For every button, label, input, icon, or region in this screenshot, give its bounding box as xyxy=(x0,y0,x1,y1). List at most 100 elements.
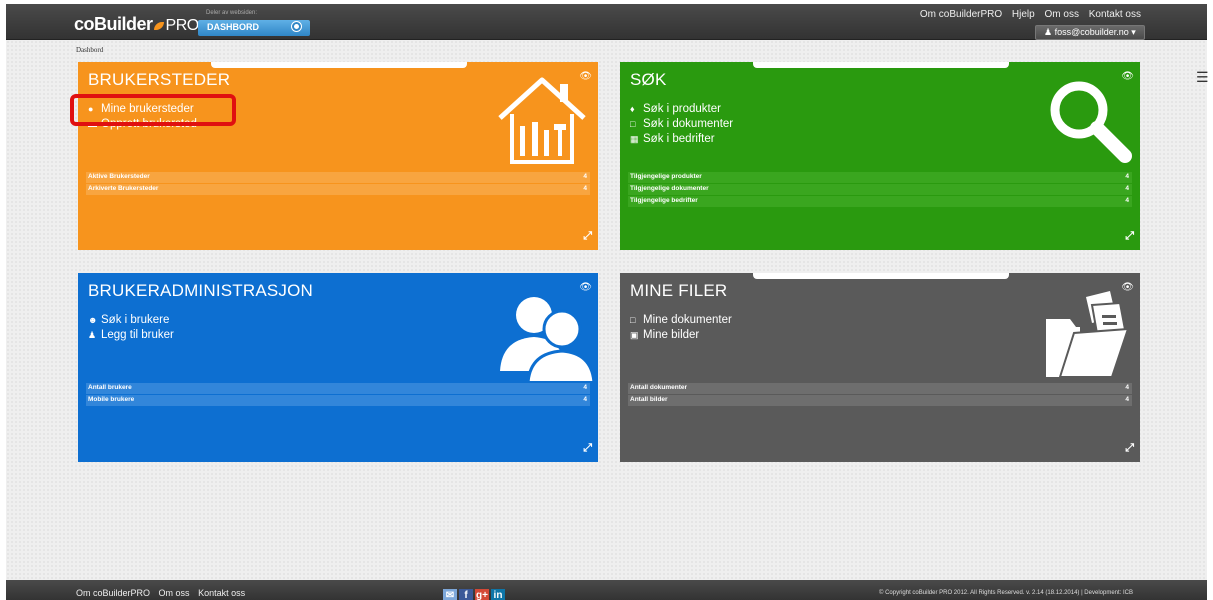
stat-label: Aktive Brukersteder xyxy=(88,173,150,180)
tile-stats: Tilgjengelige produkter 4 Tilgjengelige d… xyxy=(628,172,1132,208)
user-icon: ♟ xyxy=(1044,27,1053,37)
gear-icon xyxy=(291,21,302,32)
google-plus-icon[interactable]: g+ xyxy=(475,589,489,600)
stat-value: 4 xyxy=(1125,197,1129,204)
footer-link-om-cobuilderpro[interactable]: Om coBuilderPRO xyxy=(76,588,150,598)
user-icon: ♟ xyxy=(88,330,97,340)
logo-suffix: PRO xyxy=(165,17,200,34)
link-label: Søk i produkter xyxy=(643,103,721,115)
cobuilder-logo[interactable]: coBuilder PRO xyxy=(74,14,199,35)
expand-icon[interactable]: ⤢ xyxy=(583,442,592,455)
tile-title: BRUKERADMINISTRASJON xyxy=(88,281,314,300)
stat-row[interactable]: Antall bilder 4 xyxy=(628,395,1132,406)
tile-sok: 👁 SØK ♦ Søk i produkter □ Søk i dokumenter… xyxy=(620,62,1140,250)
link-om-cobuilderpro[interactable]: Om coBuilderPRO xyxy=(920,9,1002,20)
cubes-icon: ♦ xyxy=(630,104,635,114)
expand-icon[interactable]: ⤢ xyxy=(1125,230,1134,243)
footer-links: Om coBuilderPRO Om oss Kontakt oss xyxy=(76,588,251,598)
caret-down-icon: ▾ xyxy=(1131,27,1136,37)
link-om-oss[interactable]: Om oss xyxy=(1045,9,1079,20)
building-icon: ▦ xyxy=(630,134,639,144)
stat-value: 4 xyxy=(1125,384,1129,391)
stat-value: 4 xyxy=(1125,173,1129,180)
mail-icon[interactable]: ✉ xyxy=(443,589,457,600)
stat-row[interactable]: Tilgjengelige bedrifter 4 xyxy=(628,196,1132,207)
stat-label: Antall dokumenter xyxy=(630,384,688,391)
facebook-icon[interactable]: f xyxy=(459,589,473,600)
tile-title: MINE FILER xyxy=(630,281,728,300)
copyright-text: © Copyright coBuilder PRO 2012. All Righ… xyxy=(879,590,1133,596)
tile-links: ☻ Søk i brukere ♟ Legg til bruker xyxy=(88,313,174,343)
link-legg-til-bruker[interactable]: ♟ Legg til bruker xyxy=(88,328,174,343)
stat-label: Arkiverte Brukersteder xyxy=(88,185,159,192)
magnifier-icon xyxy=(1050,81,1132,163)
tile-tab xyxy=(753,273,1009,279)
link-label: Søk i brukere xyxy=(101,314,170,326)
tile-tab xyxy=(211,62,467,68)
stat-row[interactable]: Aktive Brukersteder 4 xyxy=(86,172,590,183)
link-sok-i-brukere[interactable]: ☻ Søk i brukere xyxy=(88,313,174,328)
linkedin-icon[interactable]: in xyxy=(491,589,505,600)
link-mine-bilder[interactable]: ▣ Mine bilder xyxy=(630,328,732,343)
top-navbar: coBuilder PRO Deler av websiden: DASHBORD… xyxy=(6,4,1207,40)
breadcrumb: Dashbord xyxy=(76,46,104,54)
footer: Om coBuilderPRO Om oss Kontakt oss ✉ f g+ i… xyxy=(6,580,1207,600)
logo-text: coBuilder xyxy=(74,14,153,34)
link-sok-i-produkter[interactable]: ♦ Søk i produkter xyxy=(630,102,733,117)
link-label: Søk i bedrifter xyxy=(643,133,715,145)
dashboard-dropdown[interactable]: DASHBORD xyxy=(198,20,310,36)
link-mine-dokumenter[interactable]: □ Mine dokumenter xyxy=(630,313,732,328)
stat-label: Antall bilder xyxy=(630,396,668,403)
tile-title: SØK xyxy=(630,70,667,89)
tile-brukeradministrasjon: 👁 BRUKERADMINISTRASJON ☻ Søk i brukere ♟ L… xyxy=(78,273,598,462)
stat-row[interactable]: Mobile brukere 4 xyxy=(86,395,590,406)
tile-brukersteder: 👁 BRUKERSTEDER ● Mine brukersteder ▬ Oppre… xyxy=(78,62,598,250)
user-email: foss@cobuilder.no xyxy=(1054,27,1129,37)
users-icon: ☻ xyxy=(88,315,98,325)
tile-mine-filer: 👁 MINE FILER □ Mine dokumenter ▣ Mine bild… xyxy=(620,273,1140,462)
tile-stats: Antall brukere 4 Mobile brukere 4 xyxy=(86,383,590,407)
stat-label: Tilgjengelige bedrifter xyxy=(630,197,698,204)
link-label: Legg til bruker xyxy=(101,329,174,341)
stat-row[interactable]: Tilgjengelige produkter 4 xyxy=(628,172,1132,183)
link-sok-i-dokumenter[interactable]: □ Søk i dokumenter xyxy=(630,117,733,132)
link-hjelp[interactable]: Hjelp xyxy=(1012,9,1035,20)
top-links: Om coBuilderPRO Hjelp Om oss Kontakt oss xyxy=(913,9,1141,20)
stat-value: 4 xyxy=(583,185,587,192)
stat-value: 4 xyxy=(583,396,587,403)
footer-link-kontakt-oss[interactable]: Kontakt oss xyxy=(198,588,245,598)
link-kontakt-oss[interactable]: Kontakt oss xyxy=(1089,9,1141,20)
link-sok-i-bedrifter[interactable]: ▦ Søk i bedrifter xyxy=(630,132,733,147)
social-links: ✉ f g+ in xyxy=(443,585,507,600)
stat-row[interactable]: Arkiverte Brukersteder 4 xyxy=(86,184,590,195)
tile-stats: Antall dokumenter 4 Antall bilder 4 xyxy=(628,383,1132,407)
stat-value: 4 xyxy=(583,173,587,180)
expand-icon[interactable]: ⤢ xyxy=(1125,442,1134,455)
site-section-caption: Deler av websiden: xyxy=(206,10,258,16)
stat-row[interactable]: Antall dokumenter 4 xyxy=(628,383,1132,394)
expand-icon[interactable]: ⤢ xyxy=(583,230,592,243)
dashboard-label: DASHBORD xyxy=(207,22,260,32)
tile-links: □ Mine dokumenter ▣ Mine bilder xyxy=(630,313,732,343)
stat-label: Mobile brukere xyxy=(88,396,135,403)
tile-stats: Aktive Brukersteder 4 Arkiverte Brukerste… xyxy=(86,172,590,196)
folder-documents-icon xyxy=(1046,291,1130,378)
stat-label: Tilgjengelige produkter xyxy=(630,173,702,180)
stat-label: Antall brukere xyxy=(88,384,132,391)
tile-title: BRUKERSTEDER xyxy=(88,70,231,89)
link-label: Mine dokumenter xyxy=(643,314,732,326)
stat-row[interactable]: Antall brukere 4 xyxy=(86,383,590,394)
stat-row[interactable]: Tilgjengelige dokumenter 4 xyxy=(628,184,1132,195)
users-large-icon xyxy=(500,297,594,381)
link-label: Mine bilder xyxy=(643,329,700,341)
footer-link-om-oss[interactable]: Om oss xyxy=(159,588,190,598)
hamburger-menu-icon[interactable]: ☰ xyxy=(1196,70,1209,84)
stat-value: 4 xyxy=(1125,396,1129,403)
link-label: Søk i dokumenter xyxy=(643,118,734,130)
house-tools-icon xyxy=(498,77,586,164)
user-menu-button[interactable]: ♟ foss@cobuilder.no ▾ xyxy=(1035,25,1145,40)
document-icon: □ xyxy=(630,315,636,325)
leaf-icon xyxy=(153,22,164,30)
document-icon: □ xyxy=(630,119,636,129)
highlight-annotation xyxy=(70,94,236,126)
